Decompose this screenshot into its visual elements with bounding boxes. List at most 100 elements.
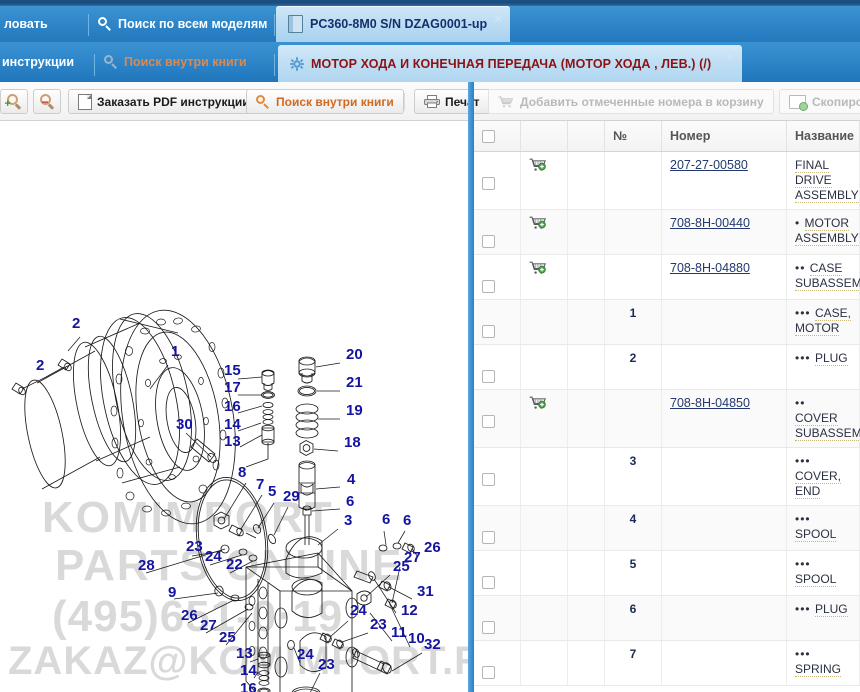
row-part-number-cell: 708-8H-04880 xyxy=(661,254,787,300)
row-name-cell: FINAL DRIVE ASSEMBLY xyxy=(786,151,860,210)
part-number-link[interactable]: 708-8H-00440 xyxy=(670,216,750,230)
row-checkbox[interactable] xyxy=(482,576,495,589)
tab-instructions[interactable]: инструкции xyxy=(0,44,90,80)
row-checkbox[interactable] xyxy=(482,415,495,428)
part-number-link[interactable]: 708-8H-04850 xyxy=(670,396,750,410)
table-row[interactable]: 708-8H-04850 •• COVER SUBASSEMBLY xyxy=(474,389,860,448)
diagram-callout: 23 xyxy=(370,616,387,633)
row-name-text[interactable]: PLUG xyxy=(814,602,848,617)
table-row[interactable]: 708-8H-00440 • MOTOR ASSEMBLY xyxy=(474,209,860,255)
search-icon xyxy=(98,17,112,31)
book-icon xyxy=(288,15,303,33)
diagram-callout: 4 xyxy=(347,471,356,488)
row-checkbox[interactable] xyxy=(482,666,495,679)
add-marked-to-cart-button[interactable]: Добавить отмеченные номера в корзину xyxy=(488,89,774,114)
row-cart-cell xyxy=(520,151,568,210)
row-name-text[interactable]: SPOOL xyxy=(795,527,837,542)
row-checkbox[interactable] xyxy=(482,621,495,634)
row-checkbox[interactable] xyxy=(482,473,495,486)
zoom-in-button[interactable]: + xyxy=(0,89,28,114)
row-name-text[interactable]: MOTOR ASSEMBLY xyxy=(795,216,859,246)
copy-label: Скопирова xyxy=(812,94,860,109)
add-to-cart-icon[interactable] xyxy=(529,158,546,172)
diagram-callout: 26 xyxy=(181,607,198,624)
diagram-callout: 2 xyxy=(72,315,80,332)
row-name-cell: ••• PLUG xyxy=(786,595,860,641)
part-number-link[interactable]: 207-27-00580 xyxy=(670,158,748,172)
diagram-callout: 19 xyxy=(346,402,363,419)
tab-assembly-travel-motor[interactable]: МОТОР ХОДА И КОНЕЧНАЯ ПЕРЕДАЧА (МОТОР ХО… xyxy=(278,45,742,82)
part-number-link[interactable]: 708-8H-04880 xyxy=(670,261,750,275)
row-select-cell xyxy=(474,151,521,210)
diagram-callout: 20 xyxy=(346,346,363,363)
row-checkbox[interactable] xyxy=(482,370,495,383)
row-name-text[interactable]: SPRING xyxy=(795,662,842,677)
add-to-cart-icon[interactable] xyxy=(529,261,546,275)
row-no-cell: 1 xyxy=(604,299,662,345)
row-level-bullets: ••• xyxy=(795,351,815,365)
zoom-out-button[interactable]: − xyxy=(33,89,61,114)
select-all-checkbox[interactable] xyxy=(482,129,495,143)
table-row[interactable]: 7 ••• SPRING xyxy=(474,640,860,686)
add-to-cart-icon[interactable] xyxy=(529,396,546,410)
row-select-cell xyxy=(474,344,521,390)
row-checkbox[interactable] xyxy=(482,325,495,338)
tab-bar-book: инструкции Поиск внутри книги МОТОР ХОДА… xyxy=(0,42,860,82)
copy-button[interactable]: Скопирова xyxy=(779,89,860,114)
row-level-bullets: ••• xyxy=(795,647,811,661)
order-pdf-label: Заказать PDF инструкции xyxy=(97,94,250,109)
row-name-text[interactable]: SPOOL xyxy=(795,572,837,587)
row-level-bullets: •• xyxy=(795,396,806,410)
order-pdf-button[interactable]: Заказать PDF инструкции xyxy=(68,89,260,114)
row-checkbox[interactable] xyxy=(482,177,495,190)
diagram-callout: 2 xyxy=(36,357,44,374)
diagram-callout: 3 xyxy=(344,512,352,529)
diagram-callout: 24 xyxy=(205,548,222,565)
row-spacer-cell xyxy=(567,389,605,448)
tab-model-pc360[interactable]: PC360-8M0 S/N DZAG0001-up × xyxy=(276,6,510,42)
close-icon[interactable]: × xyxy=(726,50,734,63)
table-row[interactable]: 207-27-00580 FINAL DRIVE ASSEMBLY xyxy=(474,151,860,210)
row-cart-cell xyxy=(520,209,568,255)
row-checkbox[interactable] xyxy=(482,531,495,544)
row-name-text[interactable]: COVER SUBASSEMBLY xyxy=(795,411,860,441)
row-level-bullets: ••• xyxy=(795,512,811,526)
th-part-number: Номер xyxy=(661,121,787,152)
th-cart xyxy=(520,121,568,152)
row-spacer-cell xyxy=(567,550,605,596)
row-name-text[interactable]: COVER, END xyxy=(795,469,842,499)
search-in-book-button[interactable]: Поиск внутри книги xyxy=(246,89,404,114)
tab-search-all-models[interactable]: Поиск по всем моделям xyxy=(98,6,270,42)
row-name-text[interactable]: FINAL DRIVE ASSEMBLY xyxy=(795,158,859,203)
diagram-callout: 17 xyxy=(224,379,241,396)
diagram-panel[interactable]: KOMIMPORT PARTS ONLINE (495)651-0⋅19 ZAK… xyxy=(0,121,468,692)
row-checkbox[interactable] xyxy=(482,235,495,248)
row-select-cell xyxy=(474,595,521,641)
table-row[interactable]: 2 ••• PLUG xyxy=(474,344,860,390)
diagram-callout: 14 xyxy=(224,416,241,433)
row-checkbox[interactable] xyxy=(482,280,495,293)
tab-welcome[interactable]: ловать xyxy=(0,6,88,42)
diagram-callout: 6 xyxy=(403,512,411,529)
diagram-callout: 7 xyxy=(256,476,264,493)
diagram-callout: 14 xyxy=(240,662,257,679)
table-row[interactable]: 3 ••• COVER, END xyxy=(474,447,860,506)
diagram-callout: 26 xyxy=(424,539,441,556)
row-part-number-cell: 708-8H-00440 xyxy=(661,209,787,255)
exploded-parts-drawing: 22130151716141320211918487 5 29 63 6 62627253… xyxy=(11,309,441,692)
parts-catalog-window: ловать Поиск по всем моделям PC360-8M0 S… xyxy=(0,0,860,692)
table-row[interactable]: 708-8H-04880 •• CASE SUBASSEMBLY xyxy=(474,254,860,300)
print-button[interactable]: Печат xyxy=(414,89,489,114)
table-row[interactable]: 1 ••• CASE, MOTOR xyxy=(474,299,860,345)
table-row[interactable]: 6 ••• PLUG xyxy=(474,595,860,641)
row-name-text[interactable]: PLUG xyxy=(814,351,848,366)
tab-search-in-book[interactable]: Поиск внутри книги xyxy=(104,44,270,80)
table-row[interactable]: 4 ••• SPOOL xyxy=(474,505,860,551)
diagram-callout: 12 xyxy=(401,602,418,619)
table-row[interactable]: 5 ••• SPOOL xyxy=(474,550,860,596)
row-cart-cell xyxy=(520,299,568,345)
th-no: № xyxy=(604,121,662,152)
add-to-cart-icon[interactable] xyxy=(529,216,546,230)
row-no-cell: 6 xyxy=(604,595,662,641)
close-icon[interactable]: × xyxy=(494,12,502,25)
